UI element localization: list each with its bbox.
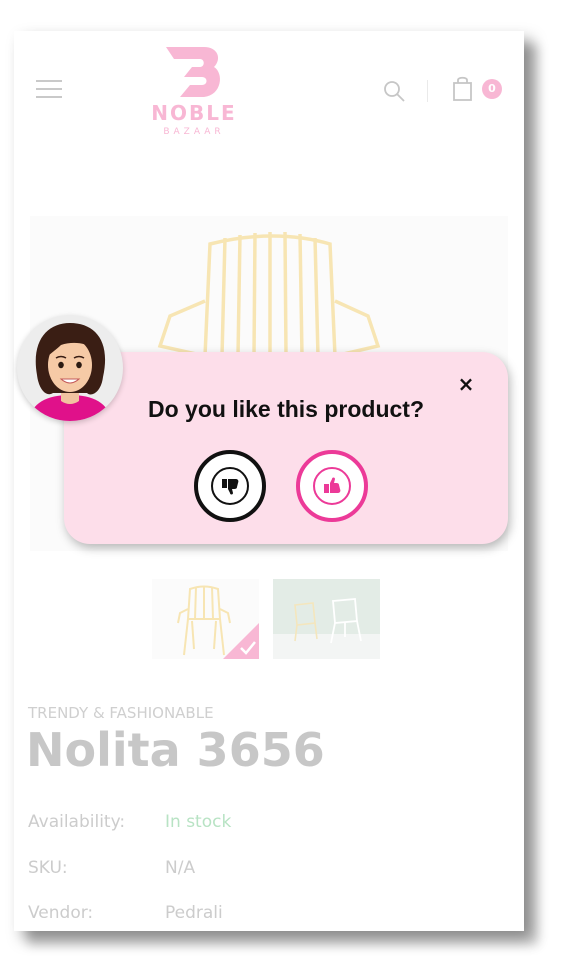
like-button[interactable] [296, 450, 368, 522]
thumbnail-1[interactable] [152, 579, 259, 659]
sku-row: SKU: N/A [28, 858, 195, 878]
feedback-popup: × Do you like this product? [64, 352, 508, 544]
dislike-button[interactable] [194, 450, 266, 522]
availability-row: Availability: In stock [28, 812, 231, 832]
site-header: NOBLE BAZAAR 0 [14, 31, 524, 141]
logo-b-icon [166, 47, 220, 97]
product-title: Nolita 3656 [26, 723, 325, 777]
vendor-value[interactable]: Pedrali [165, 903, 223, 923]
sku-value: N/A [165, 858, 196, 878]
header-divider [427, 80, 428, 102]
brand-name: NOBLE [151, 101, 237, 125]
shopping-bag-icon [453, 76, 472, 101]
vendor-row: Vendor: Pedrali [28, 903, 223, 923]
availability-value: In stock [165, 812, 232, 832]
cart-count-badge: 0 [482, 79, 502, 99]
thumbs-up-icon [324, 477, 341, 493]
availability-label: Availability: [28, 812, 126, 832]
close-icon[interactable]: × [454, 372, 478, 396]
hamburger-menu-icon[interactable] [36, 80, 64, 100]
sku-label: SKU: [28, 858, 68, 878]
thumbs-down-icon [222, 479, 239, 495]
assistant-avatar [17, 315, 123, 421]
thumbnail-2[interactable] [273, 579, 380, 659]
product-eyebrow: TRENDY & FASHIONABLE [28, 704, 214, 722]
search-button[interactable] [382, 79, 406, 107]
brand-subtitle: BAZAAR [163, 127, 225, 137]
selected-check-icon [223, 623, 259, 659]
cart-button[interactable]: 0 [452, 76, 507, 102]
vendor-label: Vendor: [28, 903, 94, 923]
woman-avatar-icon [29, 323, 111, 421]
feedback-question: Do you like this product? [147, 396, 424, 422]
search-icon [384, 81, 405, 102]
brand-logo[interactable]: NOBLE BAZAAR [144, 43, 244, 137]
room-thumbnail [273, 598, 380, 659]
